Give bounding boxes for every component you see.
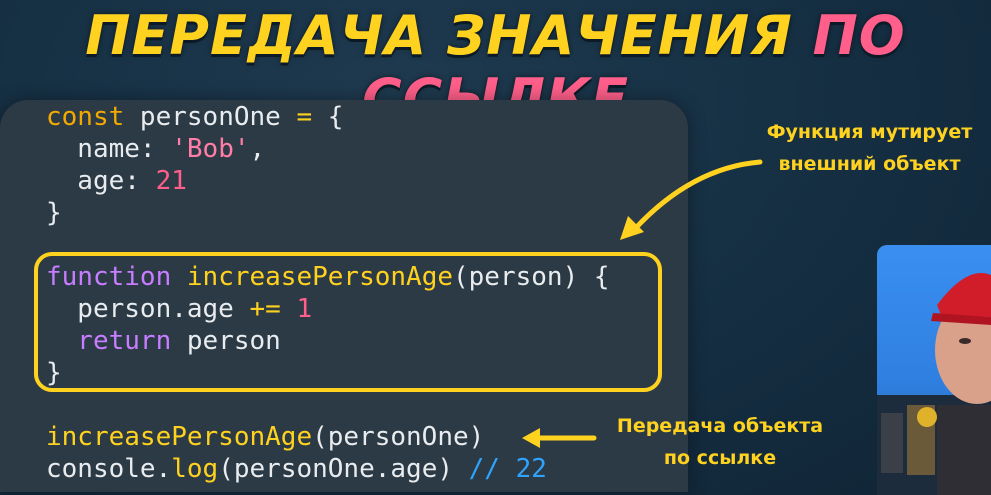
- title-part-1: ПЕРЕДАЧА ЗНАЧЕНИЯ: [85, 4, 793, 67]
- code-line-7: return person: [46, 326, 281, 356]
- arrow-to-call-icon: [522, 428, 597, 448]
- code-line-10: console.log(personOne.age) // 22: [46, 454, 547, 484]
- code-line-1: const personOne = {: [46, 102, 344, 132]
- code-line-2: name: 'Bob',: [46, 134, 266, 164]
- note-mutates: Функция мутирует внешний объект: [766, 121, 973, 175]
- code-line-9: increasePersonAge(personOne): [46, 422, 485, 452]
- arrow-to-function-icon: [620, 159, 763, 240]
- code-line-4: }: [46, 198, 62, 228]
- presenter-image: [877, 273, 991, 495]
- presenter-webcam: [877, 245, 991, 495]
- note-pass-by-reference: Передача объекта по ссылке: [616, 415, 824, 469]
- code-line-3: age: 21: [46, 166, 187, 196]
- code-line-6: person.age += 1: [46, 294, 313, 324]
- code-line-5: function increasePersonAge(person) {: [46, 262, 610, 292]
- code-line-8: }: [46, 358, 62, 388]
